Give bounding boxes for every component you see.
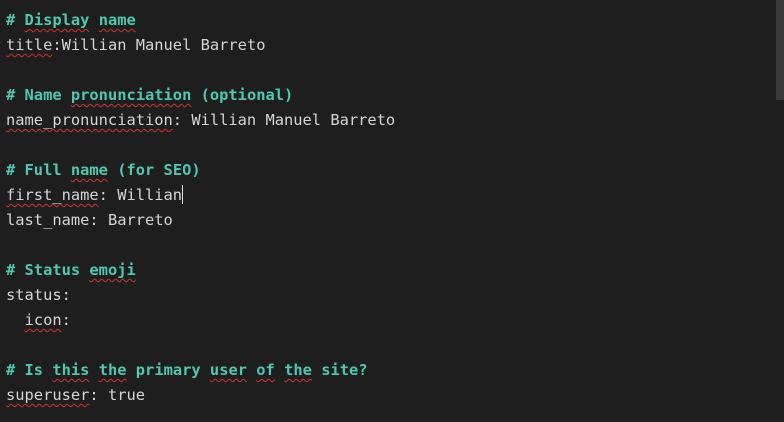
key-status: status	[6, 286, 62, 304]
line-title[interactable]: title:Willian Manuel Barreto	[6, 33, 265, 58]
value-name-pronunciation: : Willian Manuel Barreto	[172, 111, 396, 129]
comment-text: # Is	[6, 361, 53, 379]
comment-text: # Full	[6, 161, 71, 179]
spellcheck-word: of	[256, 361, 275, 379]
spellcheck-word: the	[98, 361, 127, 379]
spellcheck-word: this	[52, 361, 90, 379]
spellcheck-word: pronunciation	[70, 86, 192, 104]
spellcheck-word: name	[70, 161, 108, 179]
comment-text: site?	[311, 361, 368, 379]
colon: :	[61, 311, 71, 329]
comment-text: # Name	[6, 86, 71, 104]
comment-text: (optional)	[191, 86, 294, 104]
comment-text	[247, 361, 256, 379]
value-title: :Willian Manuel Barreto	[52, 36, 266, 54]
comment-text: primary	[126, 361, 210, 379]
scrollbar-thumb[interactable]	[776, 0, 784, 100]
code-editor[interactable]: # Display name title:Willian Manuel Barr…	[0, 0, 784, 422]
spellcheck-word: Display	[24, 11, 90, 29]
line-last-name[interactable]: last_name: Barreto	[6, 208, 173, 233]
comment-display-name: # Display name	[6, 8, 136, 33]
key-first-name: first_name	[6, 186, 99, 204]
comment-full-name: # Full name (for SEO)	[6, 158, 201, 183]
value-last-name: : Barreto	[89, 211, 173, 229]
key-last-name: last_name	[6, 211, 90, 229]
comment-text	[89, 361, 98, 379]
line-icon[interactable]: icon:	[6, 308, 71, 333]
key-icon: icon	[24, 311, 62, 329]
line-superuser[interactable]: superuser: true	[6, 383, 145, 408]
key-title: title	[6, 36, 53, 54]
comment-text: (for SEO)	[107, 161, 201, 179]
spellcheck-word: emoji	[89, 261, 136, 279]
value-superuser: : true	[89, 386, 146, 404]
line-first-name[interactable]: first_name: Willian	[6, 183, 184, 208]
key-name-pronunciation: name_pronunciation	[6, 111, 173, 129]
comment-primary-user: # Is this the primary user of the site?	[6, 358, 368, 383]
comment-status-emoji: # Status emoji	[6, 258, 136, 283]
line-name-pronunciation[interactable]: name_pronunciation: Willian Manuel Barre…	[6, 108, 395, 133]
comment-hash: #	[6, 11, 25, 29]
spellcheck-word: the	[284, 361, 312, 379]
comment-text	[89, 11, 98, 29]
text-cursor	[182, 185, 184, 204]
value-first-name: : Willian	[98, 186, 183, 204]
comment-name-pronunciation: # Name pronunciation (optional)	[6, 83, 293, 108]
line-status[interactable]: status:	[6, 283, 71, 308]
comment-text	[275, 361, 284, 379]
spellcheck-word: name	[98, 11, 136, 29]
spellcheck-word: user	[209, 361, 247, 379]
colon: :	[61, 286, 71, 304]
comment-text: # Status	[6, 261, 90, 279]
key-superuser: superuser	[6, 386, 90, 404]
